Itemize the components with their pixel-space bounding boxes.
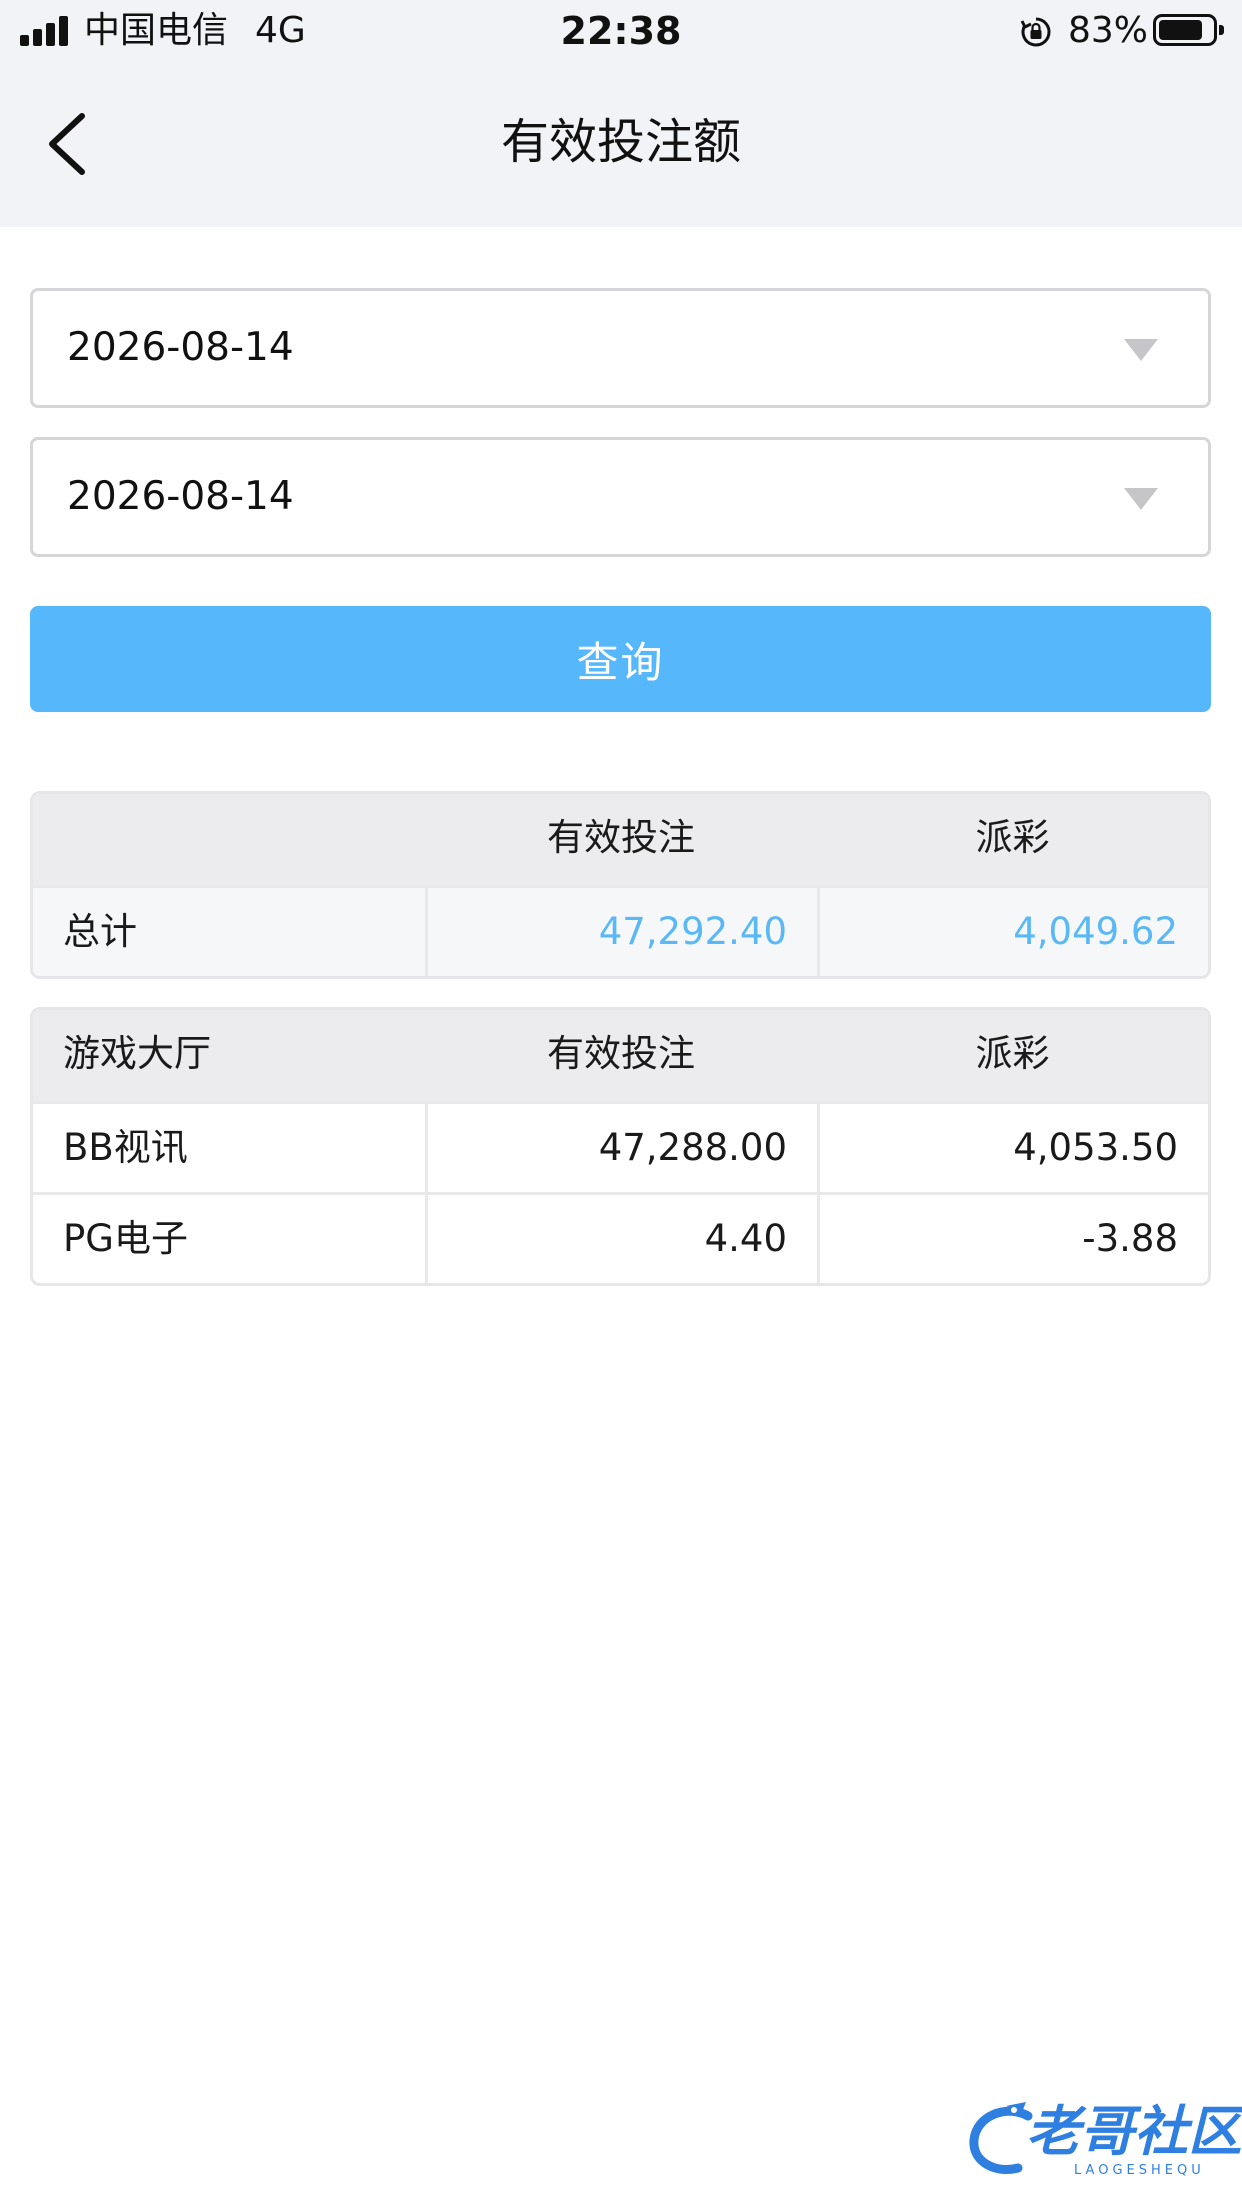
- table-row: BB视讯 47,288.00 4,053.50: [33, 1101, 1208, 1192]
- summary-total-valid-bet: 47,292.40: [425, 888, 817, 976]
- watermark-logo: 老哥社区 LAOGESHEQU: [966, 2094, 1242, 2182]
- status-bar: 中国电信 4G 22:38 83%: [0, 0, 1242, 62]
- start-date-value: 2026-08-14: [67, 325, 294, 370]
- status-time: 22:38: [560, 9, 682, 53]
- table-cell-payout: 4,053.50: [817, 1104, 1208, 1192]
- summary-table-header: 有效投注 派彩: [33, 794, 1208, 885]
- page-title: 有效投注额: [500, 114, 741, 170]
- table-row: PG电子 4.40 -3.88: [33, 1192, 1208, 1283]
- table-cell-hall: BB视讯: [63, 1126, 188, 1169]
- summary-header-payout: 派彩: [975, 816, 1050, 859]
- rotation-lock-icon: [1020, 17, 1051, 47]
- table-cell-valid-bet: 4.40: [425, 1195, 817, 1283]
- summary-total-row: 总计 47,292.40 4,049.62: [33, 885, 1208, 976]
- summary-total-label: 总计: [63, 910, 137, 953]
- table-cell-payout: -3.88: [817, 1195, 1208, 1283]
- table-cell-valid-bet: 47,288.00: [425, 1104, 817, 1192]
- summary-total-payout: 4,049.62: [817, 888, 1208, 976]
- end-date-value: 2026-08-14: [67, 474, 294, 519]
- start-date-select[interactable]: 2026-08-14: [30, 288, 1211, 408]
- triangle-down-icon: [1124, 339, 1158, 361]
- detail-header-payout: 派彩: [975, 1032, 1050, 1075]
- watermark-text: 老哥社区: [1026, 2100, 1242, 2163]
- battery-level-fill: [1159, 20, 1202, 40]
- detail-header-hall: 游戏大厅: [63, 1032, 211, 1075]
- summary-table: 有效投注 派彩 总计 47,292.40 4,049.62: [30, 791, 1211, 979]
- summary-header-valid-bet: 有效投注: [547, 816, 695, 859]
- detail-table: 游戏大厅 有效投注 派彩 BB视讯 47,288.00 4,053.50 PG电…: [30, 1007, 1211, 1286]
- detail-table-header: 游戏大厅 有效投注 派彩: [33, 1010, 1208, 1101]
- triangle-down-icon: [1124, 488, 1158, 510]
- watermark-subtext: LAOGESHEQU: [1074, 2163, 1205, 2178]
- table-cell-hall: PG电子: [63, 1217, 188, 1260]
- summary-header-empty: [33, 794, 425, 885]
- query-button[interactable]: 查询: [30, 606, 1211, 712]
- battery-icon: [1153, 14, 1224, 46]
- battery-percent: 83%: [1068, 10, 1149, 51]
- detail-header-valid-bet: 有效投注: [547, 1032, 695, 1075]
- end-date-select[interactable]: 2026-08-14: [30, 437, 1211, 557]
